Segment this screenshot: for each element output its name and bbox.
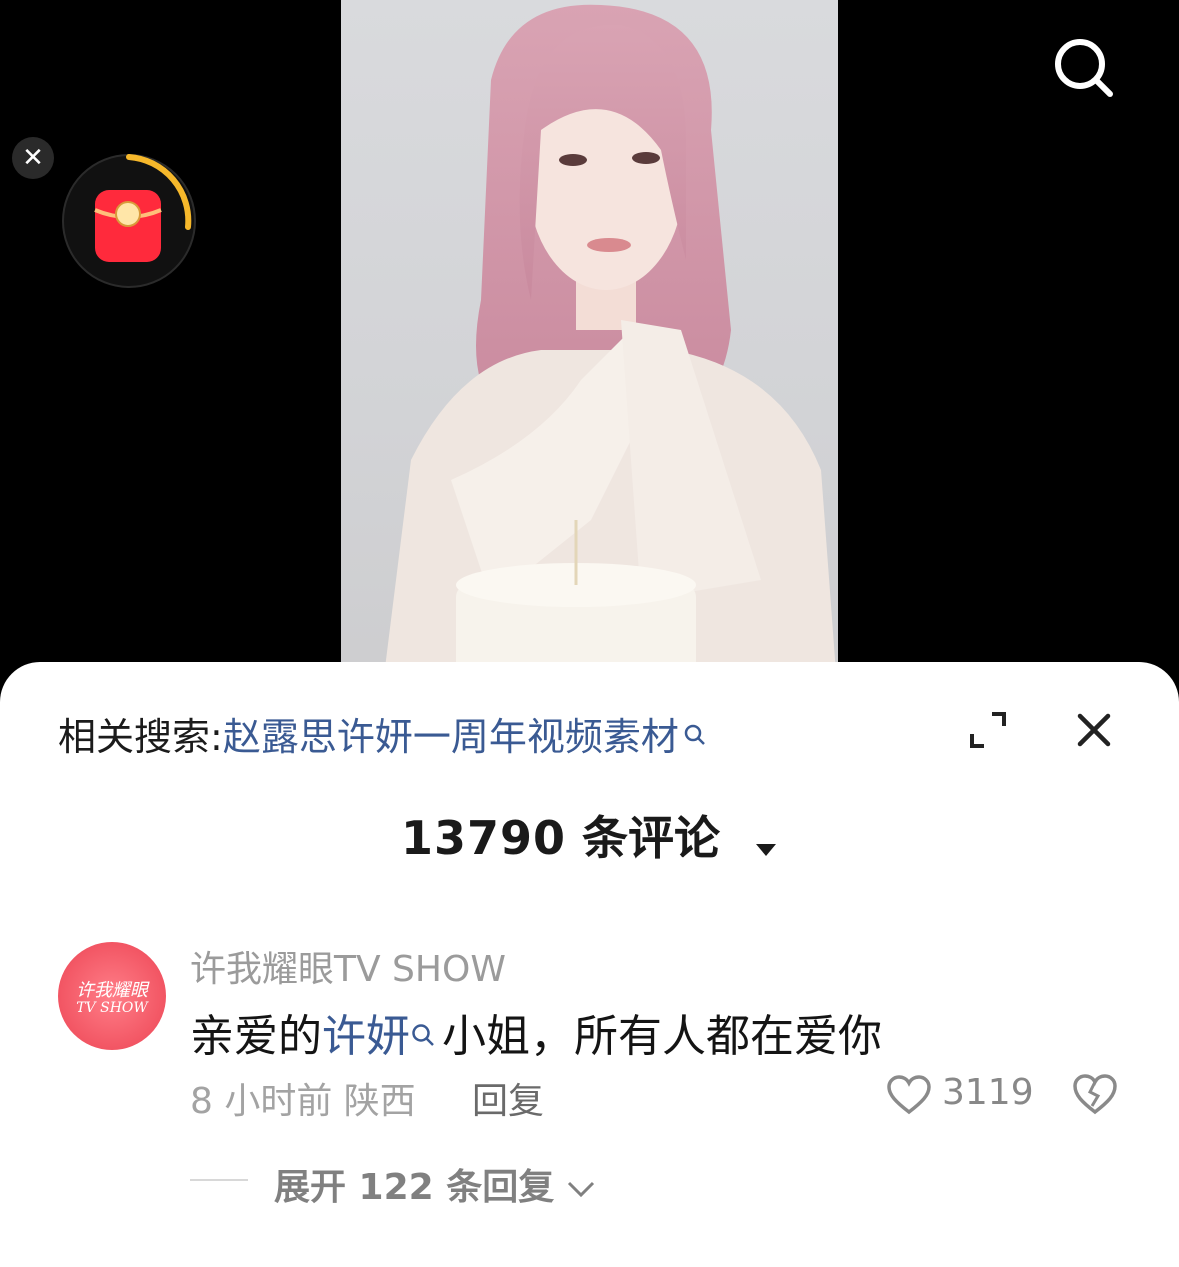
related-search-label: 相关搜索:: [58, 715, 223, 759]
comment-sheet: 相关搜索:赵露思许妍一周年视频素材 13790 条评论 许我耀眼 TV SHOW…: [0, 662, 1179, 1267]
dropdown-arrow-icon: [754, 815, 778, 869]
related-search[interactable]: 相关搜索:赵露思许妍一周年视频素材: [58, 706, 707, 761]
comment-count: 13790: [400, 811, 566, 865]
comment-text-end: 小姐，所有人都在爱你: [442, 1011, 882, 1062]
comment-count-suffix: 条评论: [582, 811, 721, 865]
comment-time-location: 8 小时前 陕西: [190, 1081, 416, 1122]
video-frame-portrait[interactable]: [341, 0, 838, 700]
search-button[interactable]: [1050, 34, 1116, 100]
search-icon: [683, 712, 707, 756]
portrait-illustration: [381, 4, 838, 700]
comment-count-selector[interactable]: 13790 条评论: [0, 802, 1179, 869]
expand-icon: [970, 712, 1006, 748]
dislike-button[interactable]: [1072, 1072, 1118, 1118]
comment-text-start: 亲爱的: [190, 1011, 322, 1062]
reply-button[interactable]: 回复: [472, 1072, 544, 1124]
broken-heart-icon: [1073, 1074, 1117, 1115]
close-icon: [1077, 713, 1111, 747]
avatar-logo-subtext: TV SHOW: [76, 1000, 148, 1016]
divider: [190, 1179, 248, 1181]
close-button[interactable]: [1072, 708, 1116, 752]
red-envelope-icon: [62, 154, 196, 288]
comment-keyword-link[interactable]: 许妍: [322, 1011, 410, 1062]
related-search-keyword[interactable]: 赵露思许妍一周年视频素材: [223, 715, 679, 759]
like-count: 3119: [942, 1072, 1034, 1113]
heart-icon: [887, 1075, 931, 1115]
comment-text: 亲爱的许妍 小姐，所有人都在爱你: [190, 1000, 882, 1064]
chevron-down-icon: [568, 1181, 595, 1198]
search-icon: [1055, 39, 1113, 97]
comment-username[interactable]: 许我耀眼TV SHOW: [190, 940, 506, 992]
video-player[interactable]: ✕: [0, 0, 1179, 700]
red-envelope-reward-widget[interactable]: [60, 152, 198, 290]
avatar[interactable]: 许我耀眼 TV SHOW: [58, 942, 166, 1050]
fullscreen-button[interactable]: [966, 708, 1010, 752]
expand-replies-label: 展开 122 条回复: [274, 1167, 555, 1208]
search-icon: [410, 1008, 436, 1059]
close-icon[interactable]: ✕: [12, 137, 54, 179]
expand-replies-button[interactable]: 展开 122 条回复: [274, 1158, 596, 1210]
avatar-logo-text: 许我耀眼: [76, 980, 148, 1001]
